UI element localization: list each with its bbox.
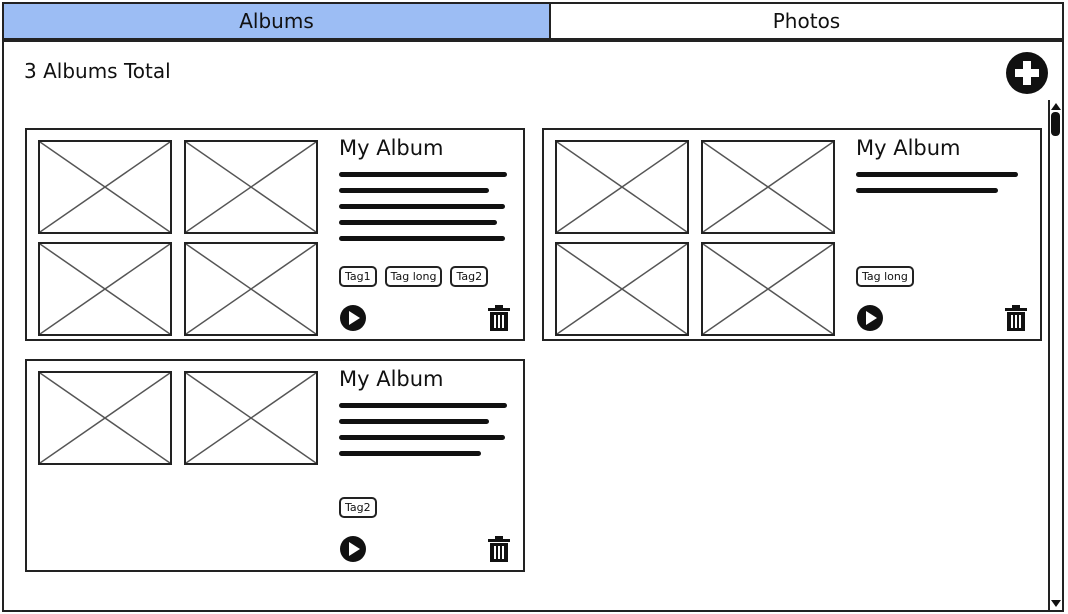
album-description (856, 172, 1028, 204)
add-album-button[interactable] (1006, 52, 1048, 94)
album-title: My Album (339, 136, 444, 160)
album-title: My Album (339, 367, 444, 391)
scroll-down-arrow-icon[interactable] (1051, 600, 1061, 607)
tab-albums[interactable]: Albums (2, 2, 550, 40)
play-slideshow-button[interactable] (339, 535, 367, 563)
tag-chip[interactable]: Tag long (856, 266, 914, 287)
play-circle-icon (857, 305, 883, 331)
plus-circle-icon (1007, 53, 1047, 93)
album-card[interactable]: My Album Tag1 Tag long Tag2 (25, 128, 525, 341)
play-slideshow-button[interactable] (339, 304, 367, 332)
album-description (339, 172, 511, 252)
play-slideshow-button[interactable] (856, 304, 884, 332)
tab-photos[interactable]: Photos (550, 2, 1064, 40)
albums-app: Albums Photos 3 Albums Total My Album Ta… (0, 0, 1068, 614)
trash-icon (1005, 305, 1027, 331)
album-tags: Tag1 Tag long Tag2 (339, 266, 489, 287)
vertical-scrollbar[interactable] (1048, 100, 1062, 610)
tag-chip[interactable]: Tag1 (339, 266, 377, 287)
image-placeholder-icon (701, 140, 835, 234)
image-placeholder-icon (555, 140, 689, 234)
image-placeholder-icon (184, 371, 318, 465)
trash-icon (488, 305, 510, 331)
album-description (339, 403, 511, 467)
tag-chip[interactable]: Tag2 (339, 497, 377, 518)
tag-chip[interactable]: Tag2 (450, 266, 489, 287)
image-placeholder-icon (38, 140, 172, 234)
image-placeholder-icon (38, 371, 172, 465)
image-placeholder-icon (555, 242, 689, 336)
delete-album-button[interactable] (485, 535, 511, 563)
albums-count-label: 3 Albums Total (24, 59, 171, 83)
albums-list: My Album Tag1 Tag long Tag2 My Album Tag… (2, 100, 1064, 612)
image-placeholder-icon (701, 242, 835, 336)
play-circle-icon (340, 305, 366, 331)
image-placeholder-icon (38, 242, 172, 336)
scrollbar-thumb[interactable] (1051, 112, 1060, 136)
delete-album-button[interactable] (1002, 304, 1028, 332)
image-placeholder-icon (184, 242, 318, 336)
image-placeholder-icon (184, 140, 318, 234)
scroll-up-arrow-icon[interactable] (1051, 103, 1061, 110)
tag-chip[interactable]: Tag long (384, 266, 443, 287)
album-title: My Album (856, 136, 961, 160)
trash-icon (488, 536, 510, 562)
albums-header: 3 Albums Total (2, 40, 1064, 102)
album-card[interactable]: My Album Tag long (542, 128, 1042, 341)
album-tags: Tag2 (339, 497, 377, 518)
play-circle-icon (340, 536, 366, 562)
delete-album-button[interactable] (485, 304, 511, 332)
tab-bar: Albums Photos (2, 2, 1064, 40)
album-tags: Tag long (856, 266, 914, 287)
album-card[interactable]: My Album Tag2 (25, 359, 525, 572)
